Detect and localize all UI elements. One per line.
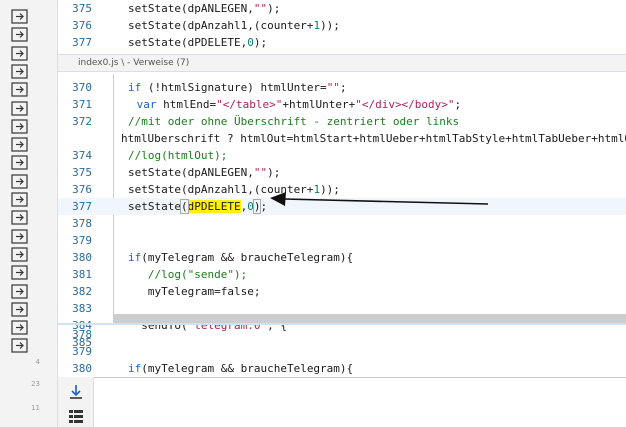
code-text[interactable]: var htmlEnd="</table>"+htmlUnter+"</div>… [130, 96, 462, 113]
reference-peek-header[interactable]: index0.js \ - Verweise (7) [58, 54, 626, 72]
code-text[interactable]: if (!htmlSignature) htmlUnter=""; [128, 79, 347, 96]
code-text[interactable]: if(myTelegram && braucheTelegram){ [128, 360, 353, 377]
code-line[interactable]: 376 setState(dpAnzahl1,(counter+1)); [58, 17, 626, 34]
line-number: 380 [72, 251, 92, 264]
code-text[interactable]: setState(dPDELETE,0); [128, 34, 267, 51]
code-text[interactable]: setState(dpAnzahl1,(counter+1)); [128, 181, 340, 198]
download-icon [70, 385, 82, 399]
code-line[interactable]: 371 var htmlEnd="</table>"+htmlUnter+"</… [58, 96, 626, 113]
jump-to-line-icon[interactable] [10, 191, 30, 209]
gutter-number: 4 [35, 358, 40, 366]
line-number: 382 [72, 285, 92, 298]
jump-to-line-icon[interactable] [10, 209, 30, 227]
jump-to-line-icon[interactable] [10, 228, 30, 246]
code-line[interactable]: 381 //log("sende"); [58, 266, 626, 283]
jump-to-line-icon[interactable] [10, 8, 30, 26]
code-line[interactable]: 374 //log(htmlOut); [58, 147, 626, 164]
code-text[interactable]: htmlUberschrift ? htmlOut=htmlStart+html… [121, 130, 626, 147]
code-text[interactable]: //log(htmlOut); [128, 147, 227, 164]
line-number: 371 [72, 98, 92, 111]
line-number: 374 [72, 149, 92, 162]
code-line[interactable]: 379 [58, 343, 626, 360]
code-line[interactable]: 380 if(myTelegram && braucheTelegram){ [58, 360, 626, 377]
jump-to-line-icon[interactable] [10, 301, 30, 319]
code-line[interactable]: 379 [58, 232, 626, 249]
code-line[interactable]: 375 setState(dpANLEGEN,""); [58, 164, 626, 181]
code-text[interactable]: setState(dPDELETE,0); [128, 198, 267, 215]
code-line[interactable]: 376 setState(dpAnzahl1,(counter+1)); [58, 181, 626, 198]
line-number: 378 [72, 328, 92, 341]
jump-to-line-icon[interactable] [10, 337, 30, 355]
code-line[interactable]: 377 setState(dPDELETE,0); [58, 34, 626, 51]
code-text[interactable]: //log("sende"); [128, 266, 247, 283]
code-line[interactable]: 377 setState(dPDELETE,0); [58, 198, 626, 215]
code-line[interactable]: 375 setState(dpANLEGEN,""); [58, 0, 626, 17]
jump-to-line-icon[interactable] [10, 264, 30, 282]
line-number: 380 [72, 362, 92, 375]
jump-to-line-icon[interactable] [10, 100, 30, 118]
code-text[interactable]: setState(dpANLEGEN,""); [128, 164, 280, 181]
jump-to-line-icon[interactable] [10, 283, 30, 301]
jump-to-line-icon[interactable] [10, 45, 30, 63]
line-number: 377 [72, 36, 92, 49]
code-line[interactable]: 380 if(myTelegram && braucheTelegram){ [58, 249, 626, 266]
code-line[interactable]: 378 [58, 326, 626, 343]
line-number: 375 [72, 166, 92, 179]
jump-to-line-icon[interactable] [10, 173, 30, 191]
reference-peek-title: index0.js \ - Verweise (7) [78, 58, 190, 68]
line-number: 381 [72, 268, 92, 281]
code-text[interactable]: if(myTelegram && braucheTelegram){ [128, 249, 353, 266]
line-number: 379 [72, 234, 92, 247]
code-line[interactable]: htmlUberschrift ? htmlOut=htmlStart+html… [58, 130, 626, 147]
jump-to-line-icon[interactable] [10, 81, 30, 99]
bottom-toolbar [58, 377, 94, 427]
horizontal-scrollbar[interactable] [113, 314, 626, 323]
jump-to-line-icon[interactable] [10, 118, 30, 136]
line-number: 370 [72, 81, 92, 94]
code-text[interactable]: myTelegram=false; [128, 283, 261, 300]
code-line[interactable]: 370 if (!htmlSignature) htmlUnter=""; [58, 79, 626, 96]
code-line[interactable]: 372 //mit oder ohne Überschrift - zentrie… [58, 113, 626, 130]
jump-to-line-icon[interactable] [10, 63, 30, 81]
line-number: 377 [72, 200, 92, 213]
gutter-number: 11 [31, 404, 40, 412]
line-number: 378 [72, 217, 92, 230]
code-text[interactable]: //mit oder ohne Überschrift - zentriert … [128, 113, 459, 130]
jump-to-line-icon[interactable] [10, 246, 30, 264]
jump-to-line-icon[interactable] [10, 26, 30, 44]
download-button[interactable] [66, 383, 86, 401]
code-line[interactable]: 378 [58, 215, 626, 232]
jump-to-line-icon[interactable] [10, 136, 30, 154]
line-number: 372 [72, 115, 92, 128]
line-number: 376 [72, 183, 92, 196]
line-number: 375 [72, 2, 92, 15]
code-text[interactable]: setState(dpAnzahl1,(counter+1)); [128, 17, 340, 34]
line-number: 379 [72, 345, 92, 358]
jump-to-line-icon[interactable] [10, 319, 30, 337]
peek-bottom-border [58, 323, 626, 325]
list-icon [69, 410, 83, 423]
gutter-number: 23 [31, 380, 40, 388]
bottom-panel [58, 377, 626, 427]
line-number: 376 [72, 19, 92, 32]
list-button[interactable] [66, 407, 86, 425]
code-text[interactable]: setState(dpANLEGEN,""); [128, 0, 280, 17]
code-line[interactable]: 382 myTelegram=false; [58, 283, 626, 300]
line-number: 383 [72, 302, 92, 315]
jump-to-line-icon[interactable] [10, 154, 30, 172]
